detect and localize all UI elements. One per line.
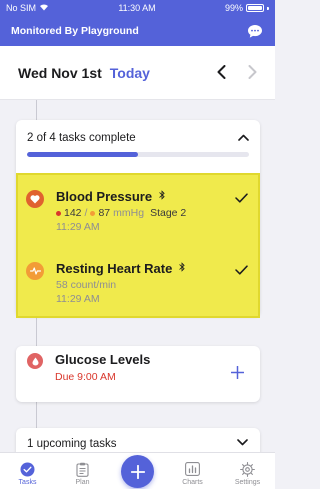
task-title: Resting Heart Rate <box>56 260 173 276</box>
task-resting-heart-rate[interactable]: Resting Heart Rate 58 count/min 11:29 AM <box>26 259 254 305</box>
progress-bar <box>27 152 249 157</box>
wifi-icon <box>39 3 49 13</box>
nav-bar: Monitored By Playground <box>0 16 275 46</box>
reading-unit: mmHg <box>113 207 145 219</box>
tab-label: Plan <box>75 479 90 486</box>
current-date: Wed Nov 1st <box>18 64 102 81</box>
task-title: Glucose Levels <box>55 352 151 367</box>
chevron-left-icon[interactable] <box>217 64 226 82</box>
completed-tasks-card: 2 of 4 tasks complete Blood Pressure 142… <box>16 120 260 318</box>
battery-icon <box>245 4 264 12</box>
drop-icon <box>27 353 43 369</box>
clipboard-icon <box>75 461 91 477</box>
task-time: 11:29 AM <box>56 221 100 233</box>
battery-fill <box>247 6 262 10</box>
tab-plan[interactable]: Plan <box>61 461 105 486</box>
tab-label: Tasks <box>18 479 37 486</box>
carrier-label: No SIM <box>6 3 37 13</box>
status-time: 11:30 AM <box>118 3 156 13</box>
status-bar: No SIM 11:30 AM 99% <box>0 0 275 16</box>
upcoming-text: 1 upcoming tasks <box>27 438 117 450</box>
task-title: Blood Pressure <box>56 188 153 204</box>
task-time: 11:29 AM <box>56 293 100 305</box>
add-reading-button[interactable] <box>230 363 245 383</box>
reading-separator: / <box>84 207 88 219</box>
diastolic-value: 87 <box>98 207 111 219</box>
glucose-task-card[interactable]: Glucose Levels Due 9:00 AM <box>16 346 260 402</box>
check-circle-icon <box>20 461 36 477</box>
tab-tasks[interactable]: Tasks <box>6 461 50 486</box>
task-title-line: Blood Pressure <box>56 187 254 205</box>
date-navigation <box>217 64 257 82</box>
gear-icon <box>240 461 256 477</box>
highlighted-completed-tasks: Blood Pressure 142 / 87 mmHg Stage 2 11:… <box>16 173 260 318</box>
checkmark-icon <box>235 191 248 206</box>
page-title: Monitored By Playground <box>11 25 139 37</box>
due-time: Due 9:00 AM <box>55 371 116 383</box>
add-task-button[interactable] <box>121 455 154 488</box>
chat-bubble-icon[interactable] <box>246 22 264 40</box>
heart-pulse-icon <box>26 262 44 280</box>
blood-pressure-reading: 142 / 87 mmHg Stage 2 <box>56 207 254 219</box>
bluetooth-icon <box>158 187 166 205</box>
heart-rate-value: 58 count/min <box>56 279 117 291</box>
chevron-up-icon[interactable] <box>238 132 249 144</box>
tab-label: Charts <box>182 479 203 486</box>
task-blood-pressure[interactable]: Blood Pressure 142 / 87 mmHg Stage 2 11:… <box>26 187 254 233</box>
checkmark-icon <box>235 263 248 278</box>
task-body: Blood Pressure 142 / 87 mmHg Stage 2 11:… <box>56 187 254 233</box>
bluetooth-icon <box>178 259 186 277</box>
date-bar: Wed Nov 1st Today <box>0 46 275 100</box>
task-title-line: Resting Heart Rate <box>56 259 254 277</box>
progress-fill <box>27 152 138 157</box>
systolic-value: 142 <box>64 207 82 219</box>
battery-indicator: 99% <box>225 3 269 13</box>
chevron-right-icon[interactable] <box>248 64 257 82</box>
stage-label: Stage 2 <box>150 207 187 219</box>
task-body: Resting Heart Rate 58 count/min 11:29 AM <box>56 259 254 305</box>
status-left: No SIM <box>6 3 49 13</box>
battery-percent: 99% <box>224 3 243 13</box>
diastolic-dot <box>90 210 96 216</box>
bar-chart-icon <box>185 461 201 477</box>
systolic-dot <box>56 210 61 216</box>
today-button[interactable]: Today <box>110 65 150 81</box>
progress-header[interactable]: 2 of 4 tasks complete <box>16 120 260 144</box>
progress-text: 2 of 4 tasks complete <box>27 132 136 144</box>
heart-icon <box>26 190 44 208</box>
tab-settings[interactable]: Settings <box>226 461 270 486</box>
chevron-down-icon[interactable] <box>237 437 248 449</box>
battery-cap <box>266 6 269 10</box>
tab-charts[interactable]: Charts <box>171 461 215 486</box>
tab-label: Settings <box>234 479 261 486</box>
